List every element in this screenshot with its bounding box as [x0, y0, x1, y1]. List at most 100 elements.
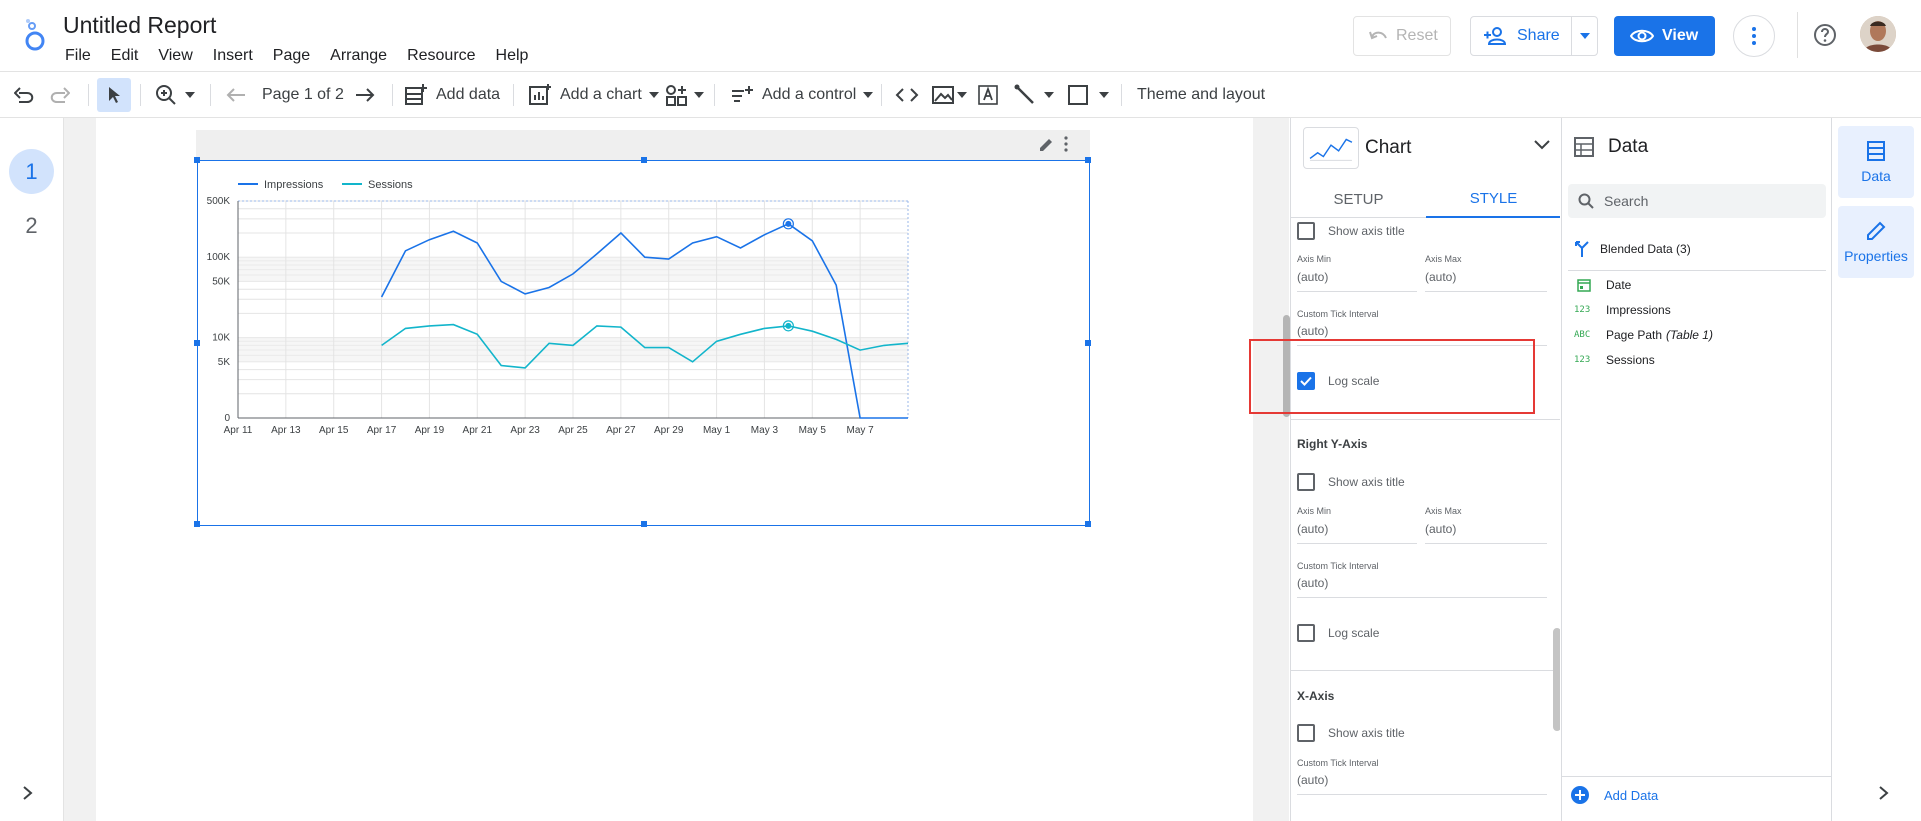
arrow-left-icon	[226, 88, 245, 102]
menu-resource[interactable]: Resource	[397, 47, 485, 65]
field-date[interactable]: Date	[1574, 278, 1631, 292]
time-series-chart[interactable]: Apr 11 Apr 13 Apr 15 Apr 17 Apr 19 Apr 21 Apr …	[194, 157, 1091, 527]
add-chart-label: Add a chart	[560, 86, 642, 103]
page-2-button[interactable]: 2	[9, 203, 54, 248]
properties-scrollbar[interactable]	[1553, 628, 1560, 731]
report-page[interactable]: Apr 11 Apr 13 Apr 15 Apr 17 Apr 19 Apr 21 Apr …	[96, 118, 1253, 821]
field-sessions[interactable]: 123 Sessions	[1574, 353, 1655, 367]
tab-style[interactable]: STYLE	[1426, 180, 1560, 218]
menu-page[interactable]: Page	[263, 47, 320, 65]
x-axis-show-title[interactable]: Show axis title	[1297, 724, 1405, 742]
zoom-button[interactable]	[155, 72, 195, 118]
right-axis-tick-input[interactable]: (auto)	[1297, 576, 1547, 598]
right-rail: Data Properties	[1831, 118, 1921, 821]
next-page-button[interactable]	[355, 72, 375, 118]
view-button[interactable]: View	[1614, 16, 1715, 56]
theme-and-layout-button[interactable]: Theme and layout	[1137, 72, 1265, 118]
add-circle-icon	[1571, 786, 1589, 804]
add-control-button[interactable]: Add a control	[730, 72, 874, 118]
left-axis-min-input[interactable]: (auto)	[1297, 270, 1417, 292]
section-divider	[1568, 270, 1826, 271]
pencil-icon	[1867, 221, 1886, 240]
x-axis-tick-input[interactable]: (auto)	[1297, 773, 1547, 795]
undo-button[interactable]	[14, 72, 34, 118]
chevron-down-icon	[1534, 140, 1550, 150]
image-button[interactable]	[932, 72, 967, 118]
toolbar-divider	[714, 84, 715, 106]
previous-page-button[interactable]	[226, 72, 246, 118]
add-data-link[interactable]: Add Data	[1570, 785, 1658, 805]
community-visualizations-button[interactable]	[665, 72, 704, 118]
page-1-button[interactable]: 1	[9, 149, 54, 194]
code-icon	[895, 88, 919, 102]
more-options-button[interactable]	[1733, 15, 1775, 57]
y-tick-label: 0	[224, 413, 230, 424]
checkbox[interactable]	[1297, 724, 1315, 742]
reset-label: Reset	[1396, 27, 1438, 44]
x-tick-label: Apr 29	[654, 425, 684, 436]
caret-down-icon	[185, 92, 195, 98]
chart-type-selector[interactable]: Chart	[1291, 118, 1560, 180]
rail-tab-data-label: Data	[1861, 168, 1891, 184]
menu-arrange[interactable]: Arrange	[320, 47, 397, 65]
page-navigation-rail: 1 2	[0, 118, 64, 821]
menu-help[interactable]: Help	[486, 47, 539, 65]
right-axis-min-input[interactable]: (auto)	[1297, 522, 1417, 544]
data-source-name: Blended Data (3)	[1600, 242, 1691, 256]
checkbox[interactable]	[1297, 473, 1315, 491]
right-axis-max-input[interactable]: (auto)	[1425, 522, 1547, 544]
edit-pencil-icon[interactable]	[1038, 137, 1054, 153]
left-axis-max-input[interactable]: (auto)	[1425, 270, 1547, 292]
x-tick-label: May 7	[847, 425, 875, 436]
data-source-row[interactable]: Blended Data (3)	[1574, 240, 1691, 258]
checkbox[interactable]	[1297, 624, 1315, 642]
caret-down-icon	[1099, 92, 1109, 98]
menu-file[interactable]: File	[55, 47, 101, 65]
share-label: Share	[1517, 27, 1560, 44]
field-impressions[interactable]: 123 Impressions	[1574, 303, 1671, 317]
components-icon	[666, 85, 687, 106]
log-scale-label: Log scale	[1328, 626, 1380, 640]
tab-setup[interactable]: SETUP	[1291, 180, 1426, 218]
rail-tab-properties[interactable]: Properties	[1838, 206, 1914, 278]
checkbox[interactable]	[1297, 222, 1315, 240]
left-axis-show-title[interactable]: Show axis title	[1297, 222, 1405, 240]
looker-studio-logo[interactable]	[22, 18, 48, 52]
select-tool-button[interactable]	[97, 78, 131, 112]
add-chart-button[interactable]: Add a chart	[528, 72, 659, 118]
shape-button[interactable]	[1067, 72, 1109, 118]
text-box-button[interactable]	[976, 72, 1000, 118]
share-button[interactable]: Share	[1470, 16, 1598, 56]
help-button[interactable]	[1812, 22, 1838, 48]
field-page-path[interactable]: ABC Page Path (Table 1)	[1574, 328, 1713, 342]
embed-url-button[interactable]	[895, 72, 919, 118]
tick-interval-label: Custom Tick Interval	[1297, 758, 1379, 768]
data-search-input[interactable]: Search	[1568, 184, 1826, 218]
data-panel-title: Data	[1608, 136, 1649, 157]
add-data-button[interactable]: Add data	[404, 72, 500, 118]
right-axis-show-title[interactable]: Show axis title	[1297, 473, 1405, 491]
right-axis-log-scale[interactable]: Log scale	[1297, 624, 1379, 642]
menu-edit[interactable]: Edit	[101, 47, 149, 65]
chart-more-icon[interactable]	[1064, 136, 1068, 152]
more-vert-icon	[1752, 27, 1756, 45]
report-title[interactable]: Untitled Report	[63, 12, 216, 39]
field-name: Sessions	[1606, 353, 1655, 367]
redo-button[interactable]	[50, 72, 70, 118]
menu-insert[interactable]: Insert	[203, 47, 263, 65]
rail-tab-data[interactable]: Data	[1838, 126, 1914, 198]
caret-down-icon	[957, 92, 967, 98]
number-type-icon: 123	[1574, 355, 1591, 365]
add-data-label: Add Data	[1604, 787, 1659, 803]
chevron-right-icon[interactable]	[1878, 785, 1890, 801]
reset-button[interactable]: Reset	[1353, 16, 1451, 56]
menu-view[interactable]: View	[148, 47, 202, 65]
caret-down-icon	[648, 92, 659, 98]
text-box-icon	[978, 85, 998, 105]
user-avatar[interactable]	[1860, 16, 1896, 52]
line-button[interactable]	[1014, 72, 1054, 118]
share-dropdown[interactable]	[1571, 17, 1597, 55]
right-y-axis-title: Right Y-Axis	[1297, 437, 1368, 451]
annotation-highlight-box	[1249, 339, 1535, 414]
chevron-right-icon[interactable]	[22, 785, 34, 801]
